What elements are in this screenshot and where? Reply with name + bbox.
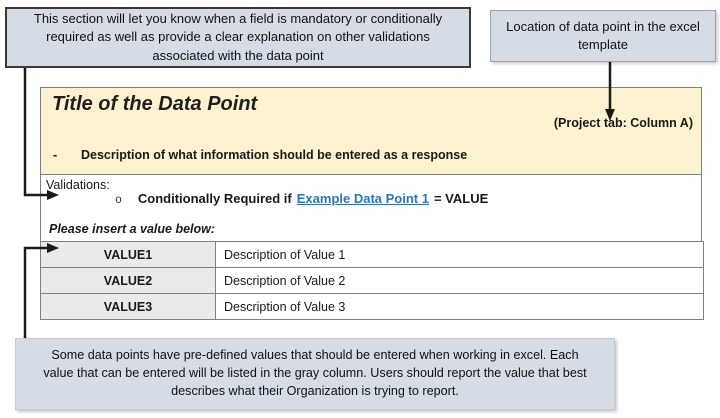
example-data-point-link[interactable]: Example Data Point 1 <box>297 191 429 206</box>
validation-prefix: Conditionally Required if <box>138 191 292 206</box>
value-cell: VALUE2 <box>41 268 216 294</box>
circle-bullet-icon: o <box>115 194 122 207</box>
data-point-panel: Title of the Data Point (Project tab: Co… <box>40 87 702 320</box>
validation-suffix: = VALUE <box>434 191 488 206</box>
callout-location-note: Location of data point in the excel temp… <box>490 10 716 62</box>
instruction-diagram: This section will let you know when a fi… <box>0 0 720 418</box>
description-text: Description of what information should b… <box>81 148 467 162</box>
data-point-title: Title of the Data Point <box>52 93 257 116</box>
insert-value-prompt: Please insert a value below: <box>49 222 215 236</box>
callout-validations-note: This section will let you know when a fi… <box>5 7 471 68</box>
table-row: VALUE2 Description of Value 2 <box>41 268 704 294</box>
data-point-location: (Project tab: Column A) <box>554 116 693 130</box>
callout-validations-text: This section will let you know when a fi… <box>25 10 451 65</box>
validations-label: Validations: <box>46 178 110 192</box>
value-cell: VALUE3 <box>41 294 216 320</box>
values-table: VALUE1 Description of Value 1 VALUE2 Des… <box>40 241 704 320</box>
callout-values-text: Some data points have pre-defined values… <box>36 347 594 401</box>
callout-values-note: Some data points have pre-defined values… <box>15 338 615 410</box>
value-description-cell: Description of Value 2 <box>216 268 704 294</box>
table-row: VALUE3 Description of Value 3 <box>41 294 704 320</box>
validation-rule: o Conditionally Required if Example Data… <box>115 191 488 207</box>
callout-location-text: Location of data point in the excel temp… <box>505 18 701 55</box>
value-description-cell: Description of Value 1 <box>216 242 704 268</box>
table-row: VALUE1 Description of Value 1 <box>41 242 704 268</box>
description-line: - Description of what information should… <box>50 148 467 162</box>
value-cell: VALUE1 <box>41 242 216 268</box>
dash-bullet: - <box>50 148 81 162</box>
data-point-header: Title of the Data Point (Project tab: Co… <box>41 88 701 175</box>
value-description-cell: Description of Value 3 <box>216 294 704 320</box>
